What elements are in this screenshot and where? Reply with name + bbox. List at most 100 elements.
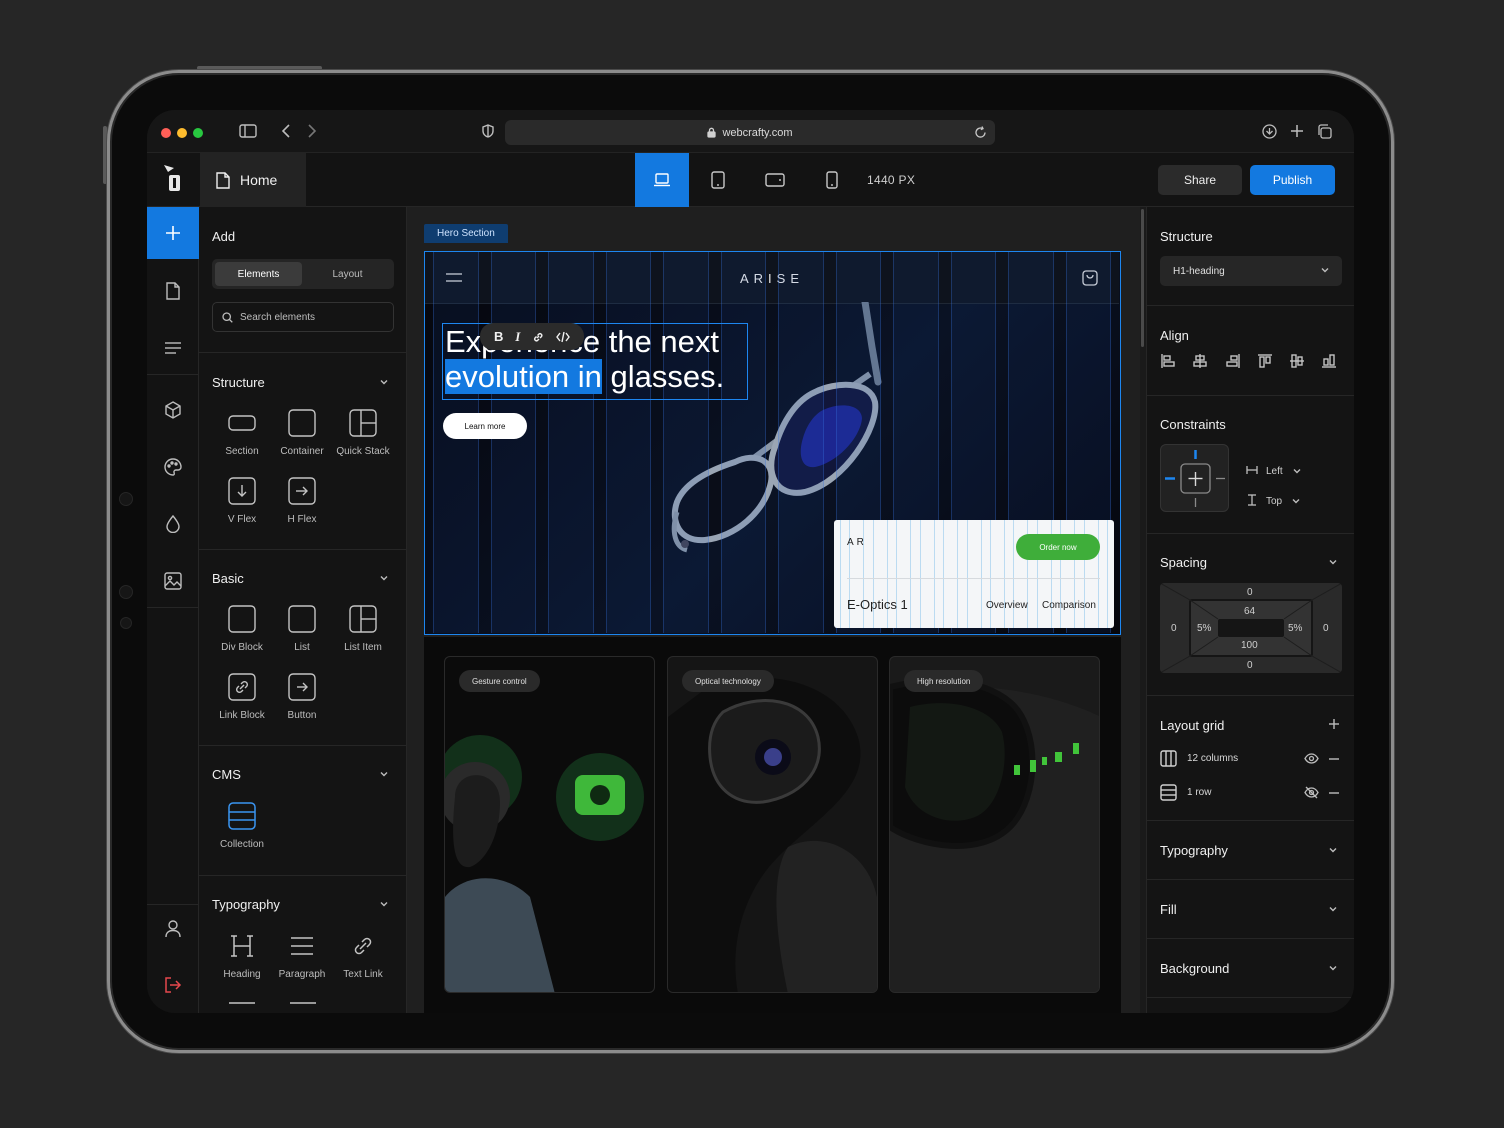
- element-list-item[interactable]: List Item: [332, 603, 394, 653]
- webcrafty-logo-icon[interactable]: [161, 163, 185, 193]
- chevron-down-icon[interactable]: [379, 899, 389, 909]
- close-window-button[interactable]: [161, 128, 171, 138]
- tab-elements[interactable]: Elements: [215, 262, 302, 286]
- chevron-down-icon[interactable]: [1328, 963, 1338, 973]
- align-center-h-icon[interactable]: [1192, 353, 1208, 369]
- remove-icon[interactable]: [1329, 792, 1339, 794]
- typography-accordion[interactable]: Typography: [1160, 843, 1228, 858]
- constraints-widget[interactable]: [1160, 444, 1229, 512]
- order-now-button[interactable]: Order now: [1016, 534, 1100, 560]
- page-tab-home[interactable]: Home: [200, 153, 306, 207]
- comparison-link[interactable]: Comparison: [1042, 600, 1096, 611]
- rail-navigator-button[interactable]: [147, 322, 199, 374]
- chevron-down-icon[interactable]: [379, 573, 389, 583]
- rail-account-button[interactable]: [147, 903, 199, 955]
- back-icon[interactable]: [281, 124, 291, 138]
- element-paragraph[interactable]: Paragraph: [271, 930, 333, 980]
- grid-columns-row[interactable]: 12 columns: [1160, 748, 1342, 768]
- chevron-down-icon[interactable]: [379, 377, 389, 387]
- search-elements-input[interactable]: Search elements: [212, 302, 394, 332]
- feature-card-gesture[interactable]: Gesture control: [444, 656, 655, 993]
- align-bottom-icon[interactable]: [1321, 353, 1337, 369]
- add-grid-icon[interactable]: [1328, 718, 1340, 730]
- element-list[interactable]: List: [271, 603, 333, 653]
- margin-right-value[interactable]: 0: [1323, 623, 1329, 634]
- eye-icon[interactable]: [1304, 753, 1319, 764]
- fill-accordion[interactable]: Fill: [1160, 902, 1177, 917]
- rail-add-button[interactable]: [147, 207, 199, 259]
- basic-section-title[interactable]: Basic: [212, 571, 244, 586]
- chevron-down-icon[interactable]: [1328, 845, 1338, 855]
- padding-top-value[interactable]: 64: [1244, 606, 1255, 617]
- rail-pages-button[interactable]: [147, 265, 199, 317]
- element-type-select[interactable]: H1-heading: [1160, 256, 1342, 286]
- publish-button[interactable]: Publish: [1250, 165, 1335, 195]
- tablet-view-button[interactable]: [691, 153, 745, 207]
- structure-section-title[interactable]: Structure: [212, 375, 265, 390]
- feature-card-optical[interactable]: Optical technology: [667, 656, 878, 993]
- rail-components-button[interactable]: [147, 384, 199, 436]
- bold-icon[interactable]: B: [494, 329, 503, 344]
- sidebar-toggle-icon[interactable]: [239, 124, 257, 138]
- tab-layout[interactable]: Layout: [304, 262, 391, 286]
- rail-logout-button[interactable]: [147, 959, 199, 1011]
- rail-assets-button[interactable]: [147, 555, 199, 607]
- feature-card-resolution[interactable]: High resolution: [889, 656, 1100, 993]
- align-center-v-icon[interactable]: [1289, 353, 1305, 369]
- learn-more-button[interactable]: Learn more: [443, 413, 527, 439]
- element-button[interactable]: Button: [271, 671, 333, 721]
- align-left-icon[interactable]: [1160, 353, 1176, 369]
- align-right-icon[interactable]: [1225, 353, 1241, 369]
- cms-section-title[interactable]: CMS: [212, 767, 241, 782]
- remove-icon[interactable]: [1329, 758, 1339, 760]
- download-icon[interactable]: [1262, 124, 1277, 139]
- element-quick-stack[interactable]: Quick Stack: [332, 407, 394, 457]
- element-link-block[interactable]: Link Block: [211, 671, 273, 721]
- element-container[interactable]: Container: [271, 407, 333, 457]
- zoom-window-button[interactable]: [193, 128, 203, 138]
- design-canvas[interactable]: Hero Section ARISE Experience the: [407, 207, 1140, 1013]
- chevron-down-icon[interactable]: [1292, 466, 1302, 476]
- tablet-landscape-view-button[interactable]: [748, 153, 802, 207]
- typography-section-title[interactable]: Typography: [212, 897, 280, 912]
- chevron-down-icon[interactable]: [1328, 904, 1338, 914]
- overview-link[interactable]: Overview: [986, 600, 1028, 611]
- spacing-editor[interactable]: 0 0 0 0 64 100 5% 5%: [1160, 583, 1342, 673]
- element-section[interactable]: Section: [211, 407, 273, 457]
- privacy-shield-icon[interactable]: [482, 124, 494, 138]
- rail-styles-button[interactable]: [147, 441, 199, 493]
- horizontal-constraint-value[interactable]: Left: [1266, 466, 1283, 477]
- margin-left-value[interactable]: 0: [1171, 623, 1177, 634]
- share-button[interactable]: Share: [1158, 165, 1242, 195]
- padding-bottom-value[interactable]: 100: [1241, 640, 1258, 651]
- element-heading[interactable]: Heading: [211, 930, 273, 980]
- element-div-block[interactable]: Div Block: [211, 603, 273, 653]
- hero-section[interactable]: ARISE Experience the next evolution in g…: [424, 251, 1121, 635]
- grid-rows-row[interactable]: 1 row: [1160, 782, 1342, 802]
- scrollbar-thumb[interactable]: [1141, 209, 1144, 347]
- margin-bottom-value[interactable]: 0: [1247, 660, 1253, 671]
- reload-icon[interactable]: [974, 126, 987, 139]
- minimize-window-button[interactable]: [177, 128, 187, 138]
- forward-icon[interactable]: [307, 124, 317, 138]
- italic-icon[interactable]: I: [515, 329, 520, 345]
- chevron-down-icon[interactable]: [379, 769, 389, 779]
- padding-left-value[interactable]: 5%: [1197, 623, 1211, 634]
- code-icon[interactable]: [556, 331, 570, 343]
- rail-color-button[interactable]: [147, 498, 199, 550]
- margin-top-value[interactable]: 0: [1247, 587, 1253, 598]
- new-tab-icon[interactable]: [1290, 124, 1304, 138]
- chevron-down-icon[interactable]: [1328, 557, 1338, 567]
- vertical-constraint-value[interactable]: Top: [1266, 496, 1282, 507]
- tab-overview-icon[interactable]: [1317, 124, 1332, 139]
- eye-off-icon[interactable]: [1304, 786, 1319, 799]
- chevron-down-icon[interactable]: [1291, 496, 1301, 506]
- features-section[interactable]: Gesture control Optical technology High …: [424, 637, 1121, 1013]
- align-top-icon[interactable]: [1257, 353, 1273, 369]
- element-text-link[interactable]: Text Link: [332, 930, 394, 980]
- background-accordion[interactable]: Background: [1160, 961, 1229, 976]
- element-collection[interactable]: Collection: [211, 800, 273, 850]
- desktop-view-button[interactable]: [635, 153, 689, 207]
- element-h-flex[interactable]: H Flex: [271, 475, 333, 525]
- element-v-flex[interactable]: V Flex: [211, 475, 273, 525]
